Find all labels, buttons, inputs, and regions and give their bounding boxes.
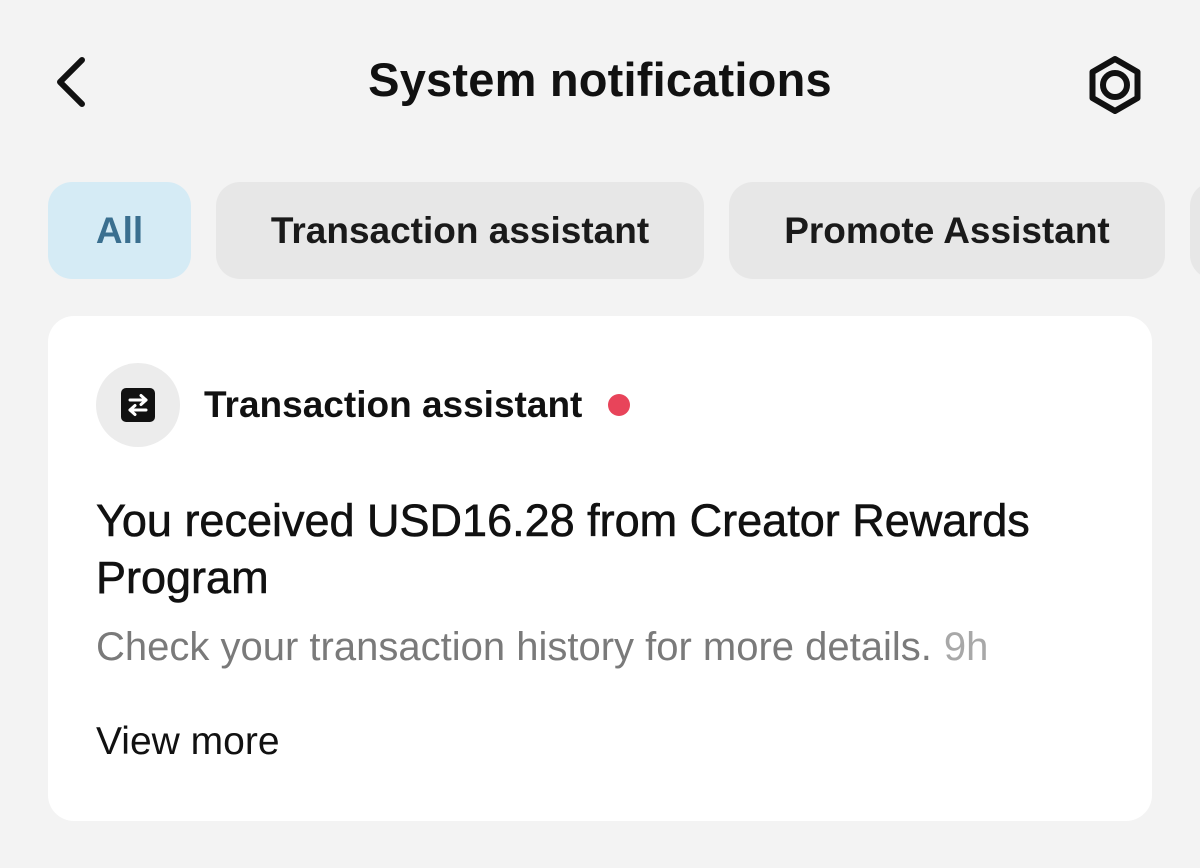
gear-icon [1089,56,1141,114]
page-title: System notifications [368,53,832,106]
filter-tabs: All Transaction assistant Promote Assist… [48,182,1200,280]
tab-all[interactable]: All [48,182,191,279]
view-more-link[interactable]: View more [96,720,280,764]
notification-card[interactable]: Transaction assistant You received USD16… [48,316,1152,821]
sender-name: Transaction assistant [204,384,583,425]
tab-promote-assistant[interactable]: Promote Assistant [729,182,1165,279]
notification-sender: Transaction assistant [96,363,631,447]
notification-body-line: Check your transaction history for more … [96,621,1136,673]
sender-avatar [96,363,180,447]
settings-button[interactable] [1082,52,1148,118]
transfer-icon [121,388,155,422]
system-notifications-screen: System notifications All Transaction ass… [0,0,1200,868]
header: System notifications [0,0,1200,164]
notification-body: Check your transaction history for more … [96,625,932,669]
tab-transaction-assistant[interactable]: Transaction assistant [216,182,704,279]
unread-dot [608,394,631,416]
notification-time: 9h [943,625,989,669]
notification-title: You received USD16.28 from Creator Rewar… [96,495,1030,604]
tab-label: Transaction assistant [270,209,650,251]
tab-label: All [95,209,144,251]
tab-label: Promote Assistant [784,209,1110,251]
tab-more[interactable] [1190,182,1200,279]
